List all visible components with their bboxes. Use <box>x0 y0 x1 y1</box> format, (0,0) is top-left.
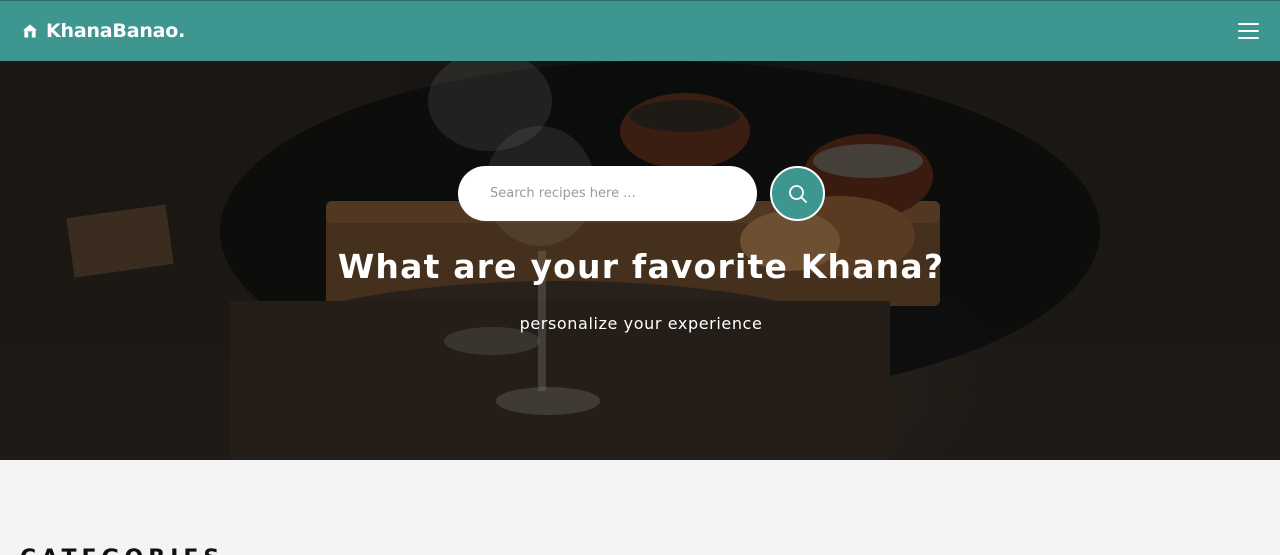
hamburger-menu-icon[interactable] <box>1238 22 1260 40</box>
search-button[interactable] <box>770 166 825 221</box>
navbar: KhanaBanao. <box>0 0 1280 61</box>
categories-heading: CATEGORIES <box>20 546 224 555</box>
home-icon <box>23 24 37 38</box>
menu-line <box>1238 23 1259 25</box>
menu-line <box>1238 30 1259 32</box>
categories-section: CATEGORIES <box>0 460 1280 555</box>
hero-title: What are your favorite Khana? <box>337 247 945 286</box>
search-input[interactable] <box>458 166 757 221</box>
search-icon <box>788 184 807 203</box>
brand-name: KhanaBanao. <box>46 20 186 42</box>
menu-line <box>1238 37 1259 39</box>
hero-subtitle: personalize your experience <box>519 314 763 333</box>
brand-logo-link[interactable]: KhanaBanao. <box>22 20 185 42</box>
hero-banner: What are your favorite Khana? personaliz… <box>0 61 1280 460</box>
search-bar <box>458 166 825 221</box>
